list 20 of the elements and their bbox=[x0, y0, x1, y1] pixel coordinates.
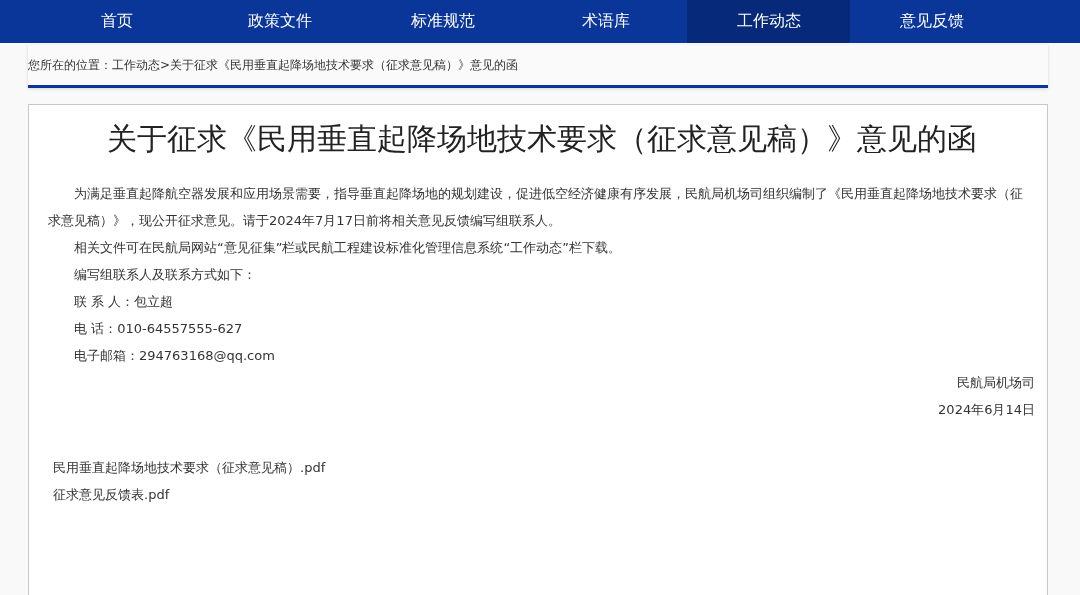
article-paragraph: 电 话：010-64557555-627 bbox=[73, 320, 244, 338]
breadcrumb-current: >关于征求《民用垂直起降场地技术要求（征求意见稿）》意见的函 bbox=[160, 56, 519, 74]
article-paragraph: 联 系 人：包立超 bbox=[73, 293, 175, 311]
article-paragraph: 为满足垂直起降航空器发展和应用场景需要，指导垂直起降场地的规划建设，促进低空经济健康有序发展，民航局机场司组织编制了《民用垂直起降场地技术要求（征求意见稿）》，现公开征求意见。请于2024年7月17日前将相关意见反馈编写组联系人。 bbox=[48, 185, 1024, 230]
nav-tab[interactable]: 政策文件 bbox=[198, 0, 361, 43]
article-title: 关于征求《民用垂直起降场地技术要求（征求意见稿）》意见的函 bbox=[105, 120, 978, 158]
nav-tab[interactable]: 意见反馈 bbox=[850, 0, 1013, 43]
breadcrumb-label: 您所在的位置： bbox=[28, 56, 112, 74]
attachment-link[interactable]: 民用垂直起降场地技术要求（征求意见稿）.pdf bbox=[53, 454, 326, 481]
attachment-link[interactable]: 征求意见反馈表.pdf bbox=[53, 481, 170, 508]
article-paragraph: 相关文件可在民航局网站“意见征集”栏或民航工程建设标准化管理信息系统“工作动态”栏下载。 bbox=[73, 239, 622, 257]
nav-tab[interactable]: 工作动态 bbox=[687, 0, 850, 43]
nav-tab[interactable]: 标准规范 bbox=[361, 0, 524, 43]
nav-tab[interactable]: 术语库 bbox=[524, 0, 687, 43]
nav-tab[interactable]: 首页 bbox=[35, 0, 198, 43]
article-paragraph: 电子邮箱：294763168@qq.com bbox=[73, 347, 276, 365]
signature-line: 2024年6月14日 bbox=[937, 401, 1035, 419]
article-paragraph: 编写组联系人及联系方式如下： bbox=[73, 266, 257, 284]
signature-line: 民航局机场司 bbox=[956, 374, 1035, 392]
breadcrumb-link[interactable]: 工作动态 bbox=[112, 56, 160, 74]
